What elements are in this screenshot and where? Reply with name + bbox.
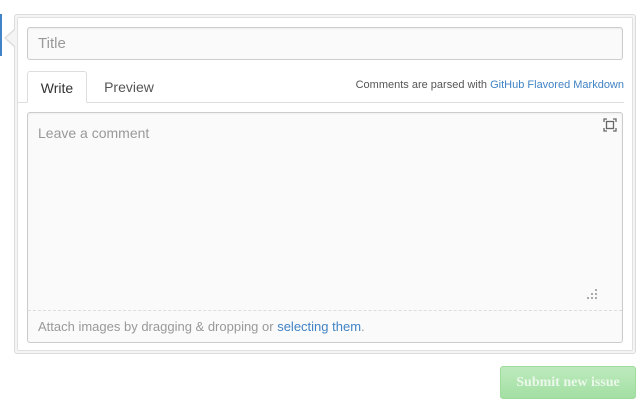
markdown-note-text: Comments are parsed with <box>355 79 491 91</box>
markdown-note: Comments are parsed with GitHub Flavored… <box>356 78 624 92</box>
submit-new-issue-button[interactable]: Submit new issue <box>500 366 636 399</box>
tab-write[interactable]: Write <box>27 71 87 103</box>
card-pointer-fill <box>6 30 15 46</box>
new-issue-card: Write Preview Comments are parsed with G… <box>14 14 636 354</box>
comment-textarea[interactable] <box>28 113 622 310</box>
attach-text: Attach images by dragging & dropping or <box>38 319 278 334</box>
select-files-link[interactable]: selecting them <box>277 319 361 334</box>
discussion-marker <box>0 14 2 56</box>
markdown-help-link[interactable]: GitHub Flavored Markdown <box>490 79 624 91</box>
resize-grip-icon[interactable] <box>586 287 598 299</box>
new-issue-form-page: Write Preview Comments are parsed with G… <box>0 0 642 407</box>
tab-preview[interactable]: Preview <box>96 71 162 102</box>
editor-tabs: Write Preview Comments are parsed with G… <box>18 71 624 103</box>
comment-box: Attach images by dragging & dropping or … <box>27 112 623 343</box>
title-input[interactable] <box>27 27 623 60</box>
fullscreen-icon[interactable] <box>603 118 617 132</box>
attach-suffix: . <box>361 319 365 334</box>
new-issue-card-body: Write Preview Comments are parsed with G… <box>17 17 633 351</box>
attach-images-bar[interactable]: Attach images by dragging & dropping or … <box>28 310 622 342</box>
